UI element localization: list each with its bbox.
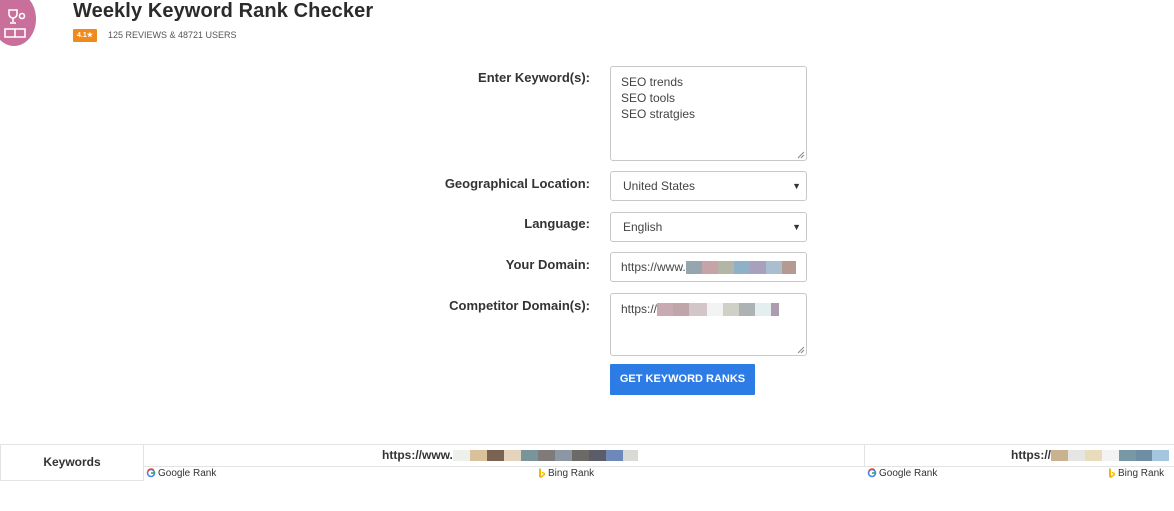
rating-badge: 4.1★: [73, 29, 97, 42]
bing-icon: [539, 467, 545, 478]
star-icon: ★: [86, 32, 93, 39]
results-table: Keywords https://www. https:// Google Ra…: [0, 444, 1174, 481]
bing-rank-label: Bing Rank: [1118, 468, 1165, 479]
chevron-down-icon: ▼: [792, 181, 801, 191]
chevron-down-icon: ▼: [792, 222, 801, 232]
bing-icon: [1109, 467, 1115, 478]
keyword-line: SEO tools: [621, 91, 676, 105]
resize-grip-icon[interactable]: [797, 346, 805, 354]
redacted-text: [1051, 448, 1169, 462]
competitor-column-header: https://: [865, 444, 1174, 467]
redacted-text: [657, 302, 780, 317]
reviews-count: 125 REVIEWS & 48721 USERS: [108, 30, 237, 40]
google-icon: [867, 468, 877, 478]
google-icon: [146, 468, 156, 478]
keywords-label: Enter Keyword(s):: [478, 70, 590, 85]
google-rank-label: Google Rank: [158, 468, 217, 479]
google-rank-header: Google Rank: [146, 467, 216, 481]
trophy-icon: [4, 9, 26, 38]
redacted-text: [685, 260, 796, 275]
bing-rank-header: Bing Rank: [538, 467, 594, 481]
keyword-line: SEO trends: [621, 75, 684, 89]
domain-input[interactable]: https://www.: [610, 252, 807, 282]
get-keyword-ranks-button[interactable]: GET KEYWORD RANKS: [610, 364, 755, 395]
location-label: Geographical Location:: [444, 176, 590, 191]
domain1-prefix: https://www.: [382, 448, 453, 462]
resize-grip-icon[interactable]: [797, 151, 805, 159]
domain2-prefix: https://: [1011, 448, 1051, 462]
keywords-textarea[interactable]: SEO trends SEO tools SEO stratgies: [610, 66, 807, 161]
location-value: United States: [623, 179, 696, 193]
domain-label: Your Domain:: [505, 257, 590, 272]
language-label: Language:: [524, 216, 590, 231]
app-title: Weekly Keyword Rank Checker: [73, 0, 374, 22]
bing-rank-label: Bing Rank: [548, 468, 595, 479]
rating-value: 4.1: [76, 32, 87, 39]
competitor-prefix: https://: [621, 302, 658, 316]
bing-rank-header: Bing Rank: [1108, 467, 1164, 481]
keywords-column-header: Keywords: [0, 444, 144, 481]
app-logo: [0, 0, 36, 46]
domain-prefix: https://www.: [621, 260, 686, 274]
language-value: English: [623, 220, 663, 234]
google-rank-label: Google Rank: [879, 468, 938, 479]
competitor-textarea[interactable]: https://: [610, 293, 807, 356]
language-select[interactable]: English ▼: [610, 212, 807, 242]
redacted-text: [452, 448, 638, 462]
domain-column-header: https://www.: [144, 444, 865, 467]
keyword-line: SEO stratgies: [621, 107, 696, 121]
location-select[interactable]: United States ▼: [610, 171, 807, 201]
google-rank-header: Google Rank: [867, 467, 937, 481]
competitor-label: Competitor Domain(s):: [449, 298, 590, 313]
